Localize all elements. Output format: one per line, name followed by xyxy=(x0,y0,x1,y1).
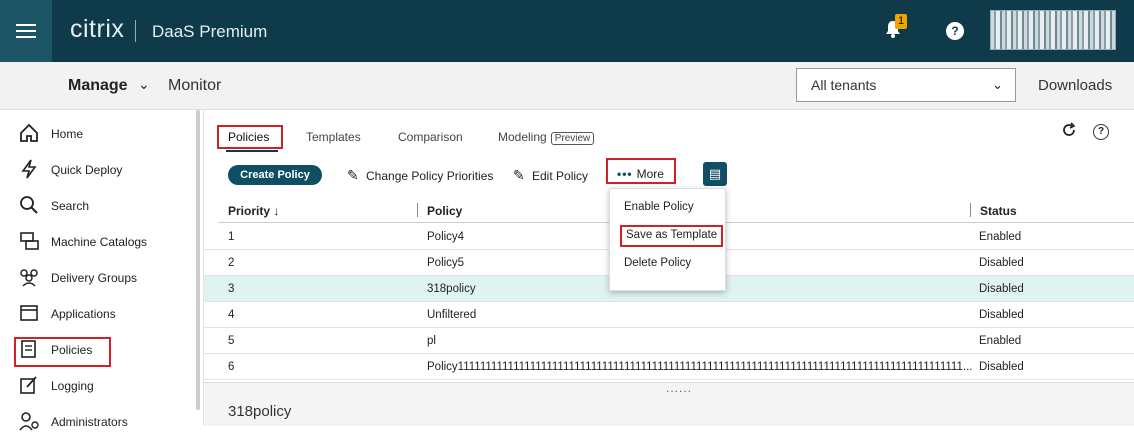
sidebar-item-administrators[interactable]: Administrators xyxy=(18,404,198,440)
home-icon xyxy=(20,123,38,142)
sidebar-item-delivery-groups[interactable]: Delivery Groups xyxy=(18,260,198,296)
tab-modeling[interactable]: Modeling Preview xyxy=(498,130,595,145)
policies-highlight-box xyxy=(14,337,111,367)
comment-icon[interactable]: ▤ xyxy=(703,162,727,186)
sidebar-scrollbar[interactable] xyxy=(196,110,200,410)
sidebar: Home Quick Deploy Search Machine Catalog… xyxy=(0,110,200,431)
priority-cell: 3 xyxy=(228,283,235,295)
more-highlight-box xyxy=(606,158,676,184)
machine-icon xyxy=(20,232,39,250)
policy-cell: 318policy xyxy=(427,283,476,295)
detail-pane: ...... 318policy xyxy=(204,381,1134,426)
nav-subbar: Manage ⌄ Monitor All tenants ⌄ Downloads xyxy=(0,62,1134,110)
menu-icon xyxy=(16,24,36,38)
sidebar-item-machine-catalogs[interactable]: Machine Catalogs xyxy=(18,224,198,260)
status-cell: Enabled xyxy=(979,231,1022,243)
sidebar-item-label: Administrators xyxy=(51,415,128,429)
column-header-priority[interactable]: Priority ↓ xyxy=(228,204,279,218)
priority-cell: 2 xyxy=(228,257,235,269)
notification-badge: 1 xyxy=(895,14,907,29)
sidebar-item-applications[interactable]: Applications xyxy=(18,296,198,332)
sidebar-item-label: Machine Catalogs xyxy=(51,235,148,249)
tenant-select[interactable]: All tenants ⌄ xyxy=(796,68,1016,102)
sidebar-item-label: Search xyxy=(51,199,90,213)
admin-icon xyxy=(19,412,39,431)
policy-cell: Unfiltered xyxy=(427,309,477,321)
help-icon[interactable]: ? xyxy=(946,22,964,40)
sidebar-item-label: Quick Deploy xyxy=(51,163,123,177)
column-separator xyxy=(417,203,418,217)
column-header-policy[interactable]: Policy xyxy=(427,204,462,218)
window-icon xyxy=(20,305,38,321)
edit-policy-label: Edit Policy xyxy=(532,169,589,183)
manage-menu[interactable]: Manage xyxy=(68,77,128,95)
column-separator xyxy=(970,203,971,217)
group-icon xyxy=(20,269,38,287)
resize-handle[interactable]: ...... xyxy=(666,381,692,395)
header-divider xyxy=(135,20,136,42)
sidebar-item-quick-deploy[interactable]: Quick Deploy xyxy=(18,152,198,188)
policy-cell: Policy4 xyxy=(427,231,465,243)
menu-item-delete-policy[interactable]: Delete Policy xyxy=(624,257,691,269)
policies-tab-highlight-box xyxy=(217,125,283,149)
active-tab-indicator xyxy=(226,150,278,152)
product-name: DaaS Premium xyxy=(152,22,268,41)
priority-cell: 1 xyxy=(228,231,235,243)
create-policy-button[interactable]: Create Policy xyxy=(228,165,322,185)
more-dropdown-menu: Enable Policy Save as Template Delete Po… xyxy=(609,188,726,291)
sidebar-item-search[interactable]: Search xyxy=(18,188,198,224)
priority-cell: 4 xyxy=(228,309,235,321)
main-panel: Policies Templates Comparison Modeling Pr… xyxy=(204,110,1134,426)
priority-cell: 6 xyxy=(228,361,235,373)
top-header: citrix DaaS Premium 1 ? xyxy=(0,0,1134,62)
menu-item-enable-policy[interactable]: Enable Policy xyxy=(624,201,694,213)
monitor-link[interactable]: Monitor xyxy=(168,77,221,95)
search-icon xyxy=(20,196,38,214)
pencil-icon: ✎ xyxy=(347,167,359,183)
tab-comparison[interactable]: Comparison xyxy=(398,130,463,144)
change-priorities-button[interactable]: ✎ Change Policy Priorities xyxy=(347,167,493,184)
policy-cell: Policy1111111111111111111111111111111111… xyxy=(427,361,973,373)
sidebar-item-label: Home xyxy=(51,127,84,141)
tab-templates[interactable]: Templates xyxy=(306,130,361,144)
tab-modeling-label: Modeling xyxy=(498,130,547,144)
sidebar-item-label: Logging xyxy=(51,379,94,393)
citrix-logo: citrix xyxy=(70,15,125,43)
status-cell: Enabled xyxy=(979,335,1022,347)
table-row[interactable]: 4 Unfiltered Disabled xyxy=(204,302,1134,328)
change-priorities-label: Change Policy Priorities xyxy=(366,169,494,183)
status-cell: Disabled xyxy=(979,283,1024,295)
help-circle-icon[interactable]: ? xyxy=(1093,124,1109,140)
sidebar-item-home[interactable]: Home xyxy=(18,116,198,152)
table-row[interactable]: 6 Policy11111111111111111111111111111111… xyxy=(204,354,1134,380)
refresh-icon[interactable] xyxy=(1061,122,1077,138)
table-row[interactable]: 5 pl Enabled xyxy=(204,328,1134,354)
hamburger-menu-button[interactable] xyxy=(0,0,52,62)
priority-cell: 5 xyxy=(228,335,235,347)
policy-cell: Policy5 xyxy=(427,257,465,269)
chevron-down-icon: ⌄ xyxy=(992,77,1003,92)
save-template-highlight-box xyxy=(620,225,723,247)
detail-title: 318policy xyxy=(228,403,292,420)
sidebar-item-label: Applications xyxy=(51,307,116,321)
status-cell: Disabled xyxy=(979,309,1024,321)
preview-badge: Preview xyxy=(550,132,595,145)
bolt-icon xyxy=(21,159,37,179)
column-header-status[interactable]: Status xyxy=(980,204,1017,218)
policy-cell: pl xyxy=(427,335,436,347)
log-icon xyxy=(20,376,37,394)
pencil-icon: ✎ xyxy=(513,167,525,183)
sidebar-item-logging[interactable]: Logging xyxy=(18,368,198,404)
user-avatar[interactable] xyxy=(990,10,1116,50)
downloads-link[interactable]: Downloads xyxy=(1038,77,1112,94)
tenant-select-value: All tenants xyxy=(811,77,877,93)
status-cell: Disabled xyxy=(979,361,1024,373)
sidebar-item-label: Delivery Groups xyxy=(51,271,138,285)
chevron-down-icon[interactable]: ⌄ xyxy=(138,76,150,93)
status-cell: Disabled xyxy=(979,257,1024,269)
edit-policy-button[interactable]: ✎ Edit Policy xyxy=(513,167,588,184)
